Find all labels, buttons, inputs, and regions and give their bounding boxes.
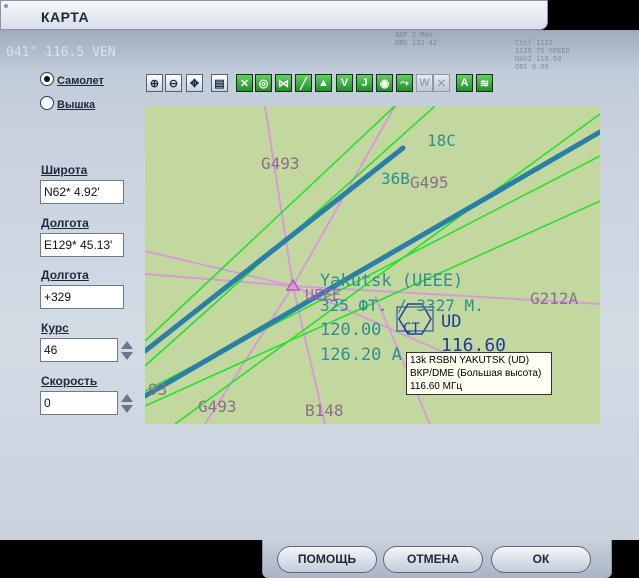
cancel-button[interactable]: ОТМЕНА [383, 546, 483, 573]
heading-spinner[interactable] [121, 341, 135, 361]
ils-filter-icon[interactable]: ⋈ [275, 74, 292, 92]
print-icon[interactable]: ▤ [211, 74, 228, 92]
tooltip-line-1: 13k RSBN YAKUTSK (UD) [410, 355, 530, 366]
lon-field[interactable]: E129* 45.13' [40, 233, 124, 257]
alt-field[interactable]: +329 [40, 285, 124, 309]
terrain-filter-icon[interactable]: ≋ [476, 74, 493, 92]
ndb-filter-icon[interactable]: ◎ [255, 74, 272, 92]
speed-down-arrow-icon[interactable] [121, 405, 133, 413]
radio-aircraft[interactable]: Самолет [40, 72, 104, 88]
radio-aircraft-label: Самолет [57, 75, 104, 87]
window-title: КАРТА [41, 9, 90, 25]
zoom-out-icon[interactable]: ⊖ [165, 74, 182, 92]
speed-up-arrow-icon[interactable] [121, 394, 133, 402]
center-map-icon[interactable]: ✥ [186, 74, 203, 92]
airport-name[interactable]: Yakutsk (UEEE) [320, 271, 463, 291]
airway-line-1 [264, 106, 294, 287]
radio-aircraft-circle[interactable] [40, 72, 54, 86]
vor-code[interactable]: UD [441, 312, 461, 332]
ghost-heading-readout: 041° 116.5 VEN [6, 45, 116, 60]
tooltip-line-3: 116.60 МГц [410, 381, 463, 392]
victor-airways-icon[interactable]: V [336, 74, 353, 92]
zoom-in-icon[interactable]: ⊕ [146, 74, 163, 92]
airports-filter-icon[interactable]: ⤳ [396, 74, 413, 92]
speed-field[interactable]: 0 [40, 391, 118, 415]
airway-label-93: 93 [148, 380, 168, 399]
radio-tower-label: Вышка [57, 99, 96, 111]
lon-label: Долгота [41, 216, 89, 230]
alt-label: Долгота [41, 268, 89, 282]
waypoints-filter-icon[interactable]: ◉ [376, 74, 393, 92]
heading-label: Курс [41, 321, 69, 335]
jet-airways-icon[interactable]: J [356, 74, 373, 92]
airway-label-g493-lower: G493 [198, 397, 237, 416]
title-bar[interactable]: КАРТА [0, 0, 548, 30]
heading-down-arrow-icon[interactable] [121, 352, 133, 360]
labels-filter-icon[interactable]: A [456, 74, 473, 92]
runway-label-18c: 18C [427, 131, 456, 150]
runway-label-36b: 36B [381, 169, 410, 188]
airway-label-g493: G493 [261, 154, 300, 173]
weather-filter-icon: W [416, 74, 433, 92]
vor-tooltip: 13k RSBN YAKUTSK (UD) ВКР/DME (Большая в… [406, 352, 552, 395]
vor-filter-icon[interactable]: ✕ [236, 74, 253, 92]
airport-freq-1: 120.00 [320, 320, 382, 340]
triangle-filter-icon[interactable]: ▲ [315, 74, 332, 92]
airway-label-g495: G495 [410, 173, 449, 192]
ghost-nav-readout: Ctrl 1112 1125 75 SPEED NAV2 110.50 OBS … [515, 39, 570, 71]
airway-label-g212a: G212A [530, 289, 579, 308]
map-window: КАРТА 041° 116.5 VEN ADF 2 MHz OBS 132 4… [0, 0, 639, 578]
airport-freq-2: 126.20 A [320, 345, 402, 365]
vor-ct-label: CT [403, 321, 420, 337]
tooltip-line-2: ВКР/DME (Большая высота) [410, 368, 542, 379]
button-bar: ПОМОЩЬ ОТМЕНА ОК [262, 540, 612, 578]
speed-label: Скорость [41, 374, 98, 388]
radio-tower-circle[interactable] [40, 96, 54, 110]
atis-filter-icon: ✕ [433, 74, 450, 92]
help-button[interactable]: ПОМОЩЬ [277, 546, 377, 573]
heading-up-arrow-icon[interactable] [121, 341, 133, 349]
radio-tower[interactable]: Вышка [40, 96, 95, 112]
lat-label: Широта [41, 163, 88, 177]
airway-label-b148: B148 [305, 401, 344, 420]
corner-dot [4, 4, 8, 8]
low-airways-filter-icon[interactable]: ╱ [295, 74, 312, 92]
ok-button[interactable]: ОК [491, 546, 591, 573]
speed-spinner[interactable] [121, 394, 135, 414]
heading-field[interactable]: 46 [40, 338, 118, 362]
ghost-adf-readout: ADF 2 MHz OBS 132 42 [395, 31, 438, 47]
lat-field[interactable]: N62* 4.92' [40, 180, 124, 204]
